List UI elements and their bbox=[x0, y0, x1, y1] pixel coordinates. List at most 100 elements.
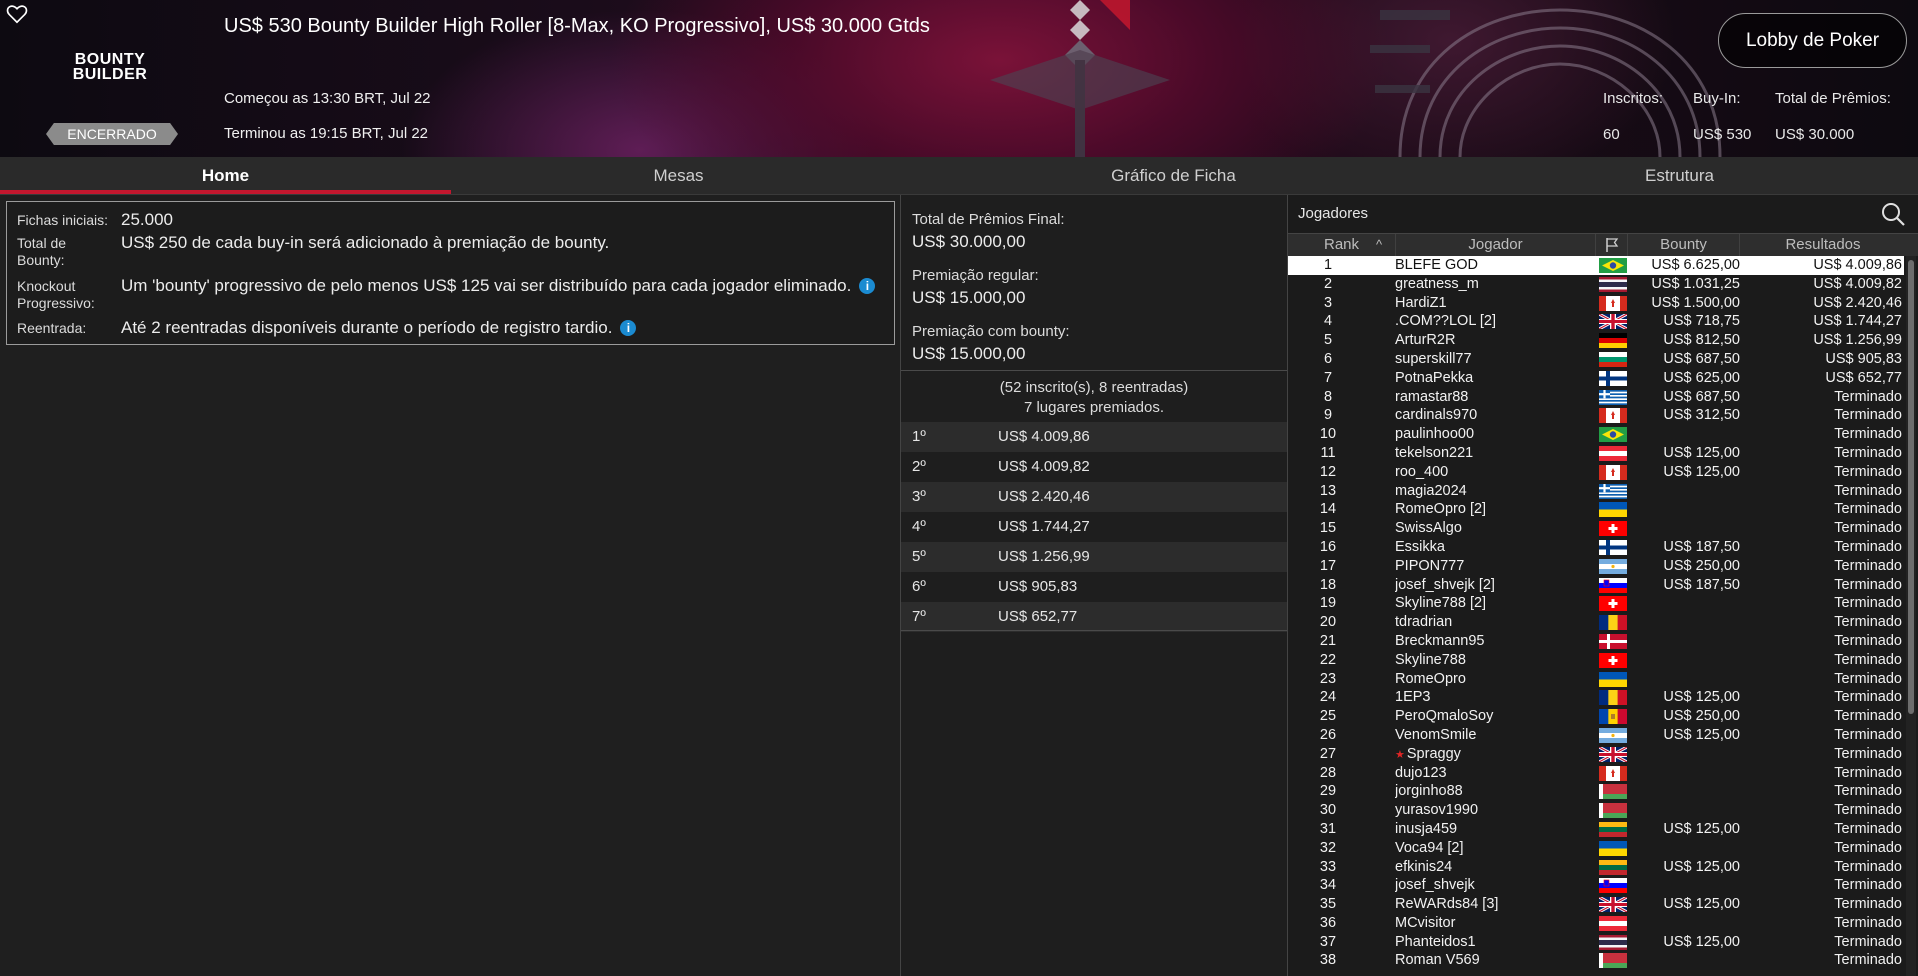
player-row[interactable]: 29 jorginho88 Terminado bbox=[1288, 782, 1904, 801]
player-row[interactable]: 25 PeroQmaloSoy US$ 250,00 Terminado bbox=[1288, 707, 1904, 726]
player-bounty: US$ 187,50 bbox=[1663, 576, 1740, 593]
player-row[interactable]: 12 roo_400 US$ 125,00 Terminado bbox=[1288, 463, 1904, 482]
country-flag-ro-icon bbox=[1599, 615, 1628, 631]
final-prize-value: US$ 30.000,00 bbox=[912, 232, 1026, 251]
bounty-column-header[interactable]: Bounty bbox=[1628, 234, 1740, 256]
country-flag-bg-icon bbox=[1599, 351, 1627, 368]
player-name-cell: HardiZ1 bbox=[1395, 294, 1595, 313]
player-result: Terminado bbox=[1834, 933, 1902, 950]
payout-amount: US$ 1.256,99 bbox=[998, 548, 1090, 565]
player-row[interactable]: 7 PotnaPekka US$ 625,00 US$ 652,77 bbox=[1288, 369, 1904, 388]
prize-pool-panel: Total de Prêmios Final: US$ 30.000,00 Pr… bbox=[900, 195, 1288, 976]
payout-row: 6º US$ 905,83 bbox=[901, 572, 1287, 602]
player-result: Terminado bbox=[1834, 614, 1902, 631]
player-row[interactable]: 37 Phanteidos1 US$ 125,00 Terminado bbox=[1288, 933, 1904, 952]
player-row[interactable]: 6 superskill77 US$ 687,50 US$ 905,83 bbox=[1288, 350, 1904, 369]
player-name-cell: roo_400 bbox=[1395, 463, 1595, 482]
player-result: Terminado bbox=[1834, 839, 1902, 856]
regular-prize-label: Premiação regular: bbox=[912, 267, 1039, 284]
player-result: Terminado bbox=[1834, 952, 1902, 969]
info-icon[interactable]: i bbox=[859, 278, 876, 294]
country-flag-ca-icon bbox=[1599, 464, 1627, 480]
player-row[interactable]: 9 cardinals970 US$ 312,50 Terminado bbox=[1288, 406, 1904, 425]
player-row[interactable]: 14 RomeOpro [2] Terminado bbox=[1288, 500, 1904, 519]
tournament-lobby-window: BOUNTY BUILDER ENCERRADO US$ 530 Bounty … bbox=[0, 0, 1918, 976]
player-row[interactable]: 4 .COM??LOL [2] US$ 718,75 US$ 1.744,27 bbox=[1288, 312, 1904, 331]
player-row[interactable]: 18 josef_shvejk [2] US$ 187,50 Terminado bbox=[1288, 576, 1904, 595]
player-name-cell: 1EP3 bbox=[1395, 688, 1595, 707]
player-bounty: US$ 125,00 bbox=[1663, 896, 1740, 913]
poker-lobby-button[interactable]: Lobby de Poker bbox=[1718, 13, 1907, 68]
country-flag-md-icon bbox=[1599, 709, 1628, 725]
player-row[interactable]: 34 josef_shvejk Terminado bbox=[1288, 876, 1904, 895]
player-row[interactable]: 30 yurasov1990 Terminado bbox=[1288, 801, 1904, 820]
flag-column-header[interactable] bbox=[1596, 234, 1628, 256]
country-flag-fi-icon bbox=[1599, 370, 1627, 386]
player-row[interactable]: 13 magia2024 Terminado bbox=[1288, 482, 1904, 501]
player-row[interactable]: 8 ramastar88 US$ 687,50 Terminado bbox=[1288, 388, 1904, 407]
tab-chip-graph[interactable]: Gráfico de Ficha bbox=[906, 157, 1441, 195]
player-row[interactable]: 33 efkinis24 US$ 125,00 Terminado bbox=[1288, 858, 1904, 877]
scrollbar-thumb[interactable] bbox=[1908, 260, 1914, 714]
player-row[interactable]: 11 tekelson221 US$ 125,00 Terminado bbox=[1288, 444, 1904, 463]
search-icon[interactable] bbox=[1880, 201, 1906, 227]
player-rank: 32 bbox=[1319, 839, 1337, 856]
player-row[interactable]: 28 dujo123 Terminado bbox=[1288, 764, 1904, 783]
player-bounty: US$ 1.500,00 bbox=[1651, 294, 1740, 311]
player-row[interactable]: 10 paulinhoo00 Terminado bbox=[1288, 425, 1904, 444]
player-name: Voca94 [2] bbox=[1395, 839, 1464, 856]
player-row[interactable]: 32 Voca94 [2] Terminado bbox=[1288, 839, 1904, 858]
logo-line-1: BOUNTY bbox=[74, 51, 146, 68]
player-row[interactable]: 23 RomeOpro Terminado bbox=[1288, 670, 1904, 689]
final-prize-label: Total de Prêmios Final: bbox=[912, 211, 1065, 228]
player-result: Terminado bbox=[1834, 802, 1902, 819]
country-flag-ar-icon bbox=[1599, 727, 1627, 744]
tournament-header: BOUNTY BUILDER ENCERRADO US$ 530 Bounty … bbox=[0, 0, 1918, 157]
player-row[interactable]: 21 Breckmann95 Terminado bbox=[1288, 632, 1904, 651]
player-row[interactable]: 19 Skyline788 [2] Terminado bbox=[1288, 594, 1904, 613]
bounty-prize-label: Premiação com bounty: bbox=[912, 323, 1070, 340]
player-name-cell: yurasov1990 bbox=[1395, 801, 1595, 820]
player-row[interactable]: 24 1EP3 US$ 125,00 Terminado bbox=[1288, 688, 1904, 707]
player-name-cell: superskill77 bbox=[1395, 350, 1595, 369]
results-column-header[interactable]: Resultados bbox=[1740, 234, 1906, 256]
payout-position: 4º bbox=[912, 518, 926, 535]
player-row[interactable]: 5 ArturR2R US$ 812,50 US$ 1.256,99 bbox=[1288, 331, 1904, 350]
tab-tables[interactable]: Mesas bbox=[451, 157, 906, 195]
player-row[interactable]: 1 BLEFE GOD US$ 6.625,00 US$ 4.009,86 bbox=[1288, 256, 1904, 275]
player-row[interactable]: 26 VenomSmile US$ 125,00 Terminado bbox=[1288, 726, 1904, 745]
player-row[interactable]: 15 SwissAlgo Terminado bbox=[1288, 519, 1904, 538]
country-flag-ua-icon bbox=[1599, 502, 1627, 518]
player-row[interactable]: 36 MCvisitor Terminado bbox=[1288, 914, 1904, 933]
player-row[interactable]: 20 tdradrian Terminado bbox=[1288, 613, 1904, 632]
player-name-cell: BLEFE GOD bbox=[1395, 256, 1595, 275]
rank-column-header[interactable]: Rank ^ bbox=[1288, 234, 1396, 256]
scrollbar[interactable] bbox=[1906, 256, 1916, 976]
player-row[interactable]: 35 ReWARds84 [3] US$ 125,00 Terminado bbox=[1288, 895, 1904, 914]
player-row[interactable]: 22 Skyline788 Terminado bbox=[1288, 651, 1904, 670]
player-bounty: US$ 125,00 bbox=[1663, 689, 1740, 706]
payout-position: 7º bbox=[912, 608, 926, 625]
info-icon[interactable]: i bbox=[620, 320, 637, 336]
player-row[interactable]: 16 Essikka US$ 187,50 Terminado bbox=[1288, 538, 1904, 557]
player-name-cell: Voca94 [2] bbox=[1395, 839, 1595, 858]
buyin-value: US$ 530 bbox=[1693, 126, 1752, 143]
player-row[interactable]: 17 PIPON777 US$ 250,00 Terminado bbox=[1288, 557, 1904, 576]
player-row[interactable]: 31 inusja459 US$ 125,00 Terminado bbox=[1288, 820, 1904, 839]
player-name-cell: PIPON777 bbox=[1395, 557, 1595, 576]
player-name: VenomSmile bbox=[1395, 726, 1477, 743]
player-bounty: US$ 812,50 bbox=[1663, 332, 1740, 349]
tab-structure[interactable]: Estrutura bbox=[1441, 157, 1918, 195]
player-row[interactable]: 38 Roman V569 Terminado bbox=[1288, 951, 1904, 970]
player-column-header[interactable]: Jogador bbox=[1396, 234, 1596, 256]
country-flag-ro-icon bbox=[1599, 690, 1628, 706]
player-row[interactable]: 27 ★ Spraggy Terminado bbox=[1288, 745, 1904, 764]
pokerstars-pro-icon: ★ bbox=[1395, 748, 1405, 761]
bounty-total-label: Total de Bounty: bbox=[17, 235, 67, 268]
player-name-cell: ★ Spraggy bbox=[1395, 745, 1595, 765]
player-row[interactable]: 2 greatness_m US$ 1.031,25 US$ 4.009,82 bbox=[1288, 275, 1904, 294]
player-bounty: US$ 125,00 bbox=[1663, 820, 1740, 837]
player-row[interactable]: 3 HardiZ1 US$ 1.500,00 US$ 2.420,46 bbox=[1288, 294, 1904, 313]
favorite-heart-icon[interactable] bbox=[6, 3, 28, 25]
player-result: US$ 2.420,46 bbox=[1813, 294, 1902, 311]
